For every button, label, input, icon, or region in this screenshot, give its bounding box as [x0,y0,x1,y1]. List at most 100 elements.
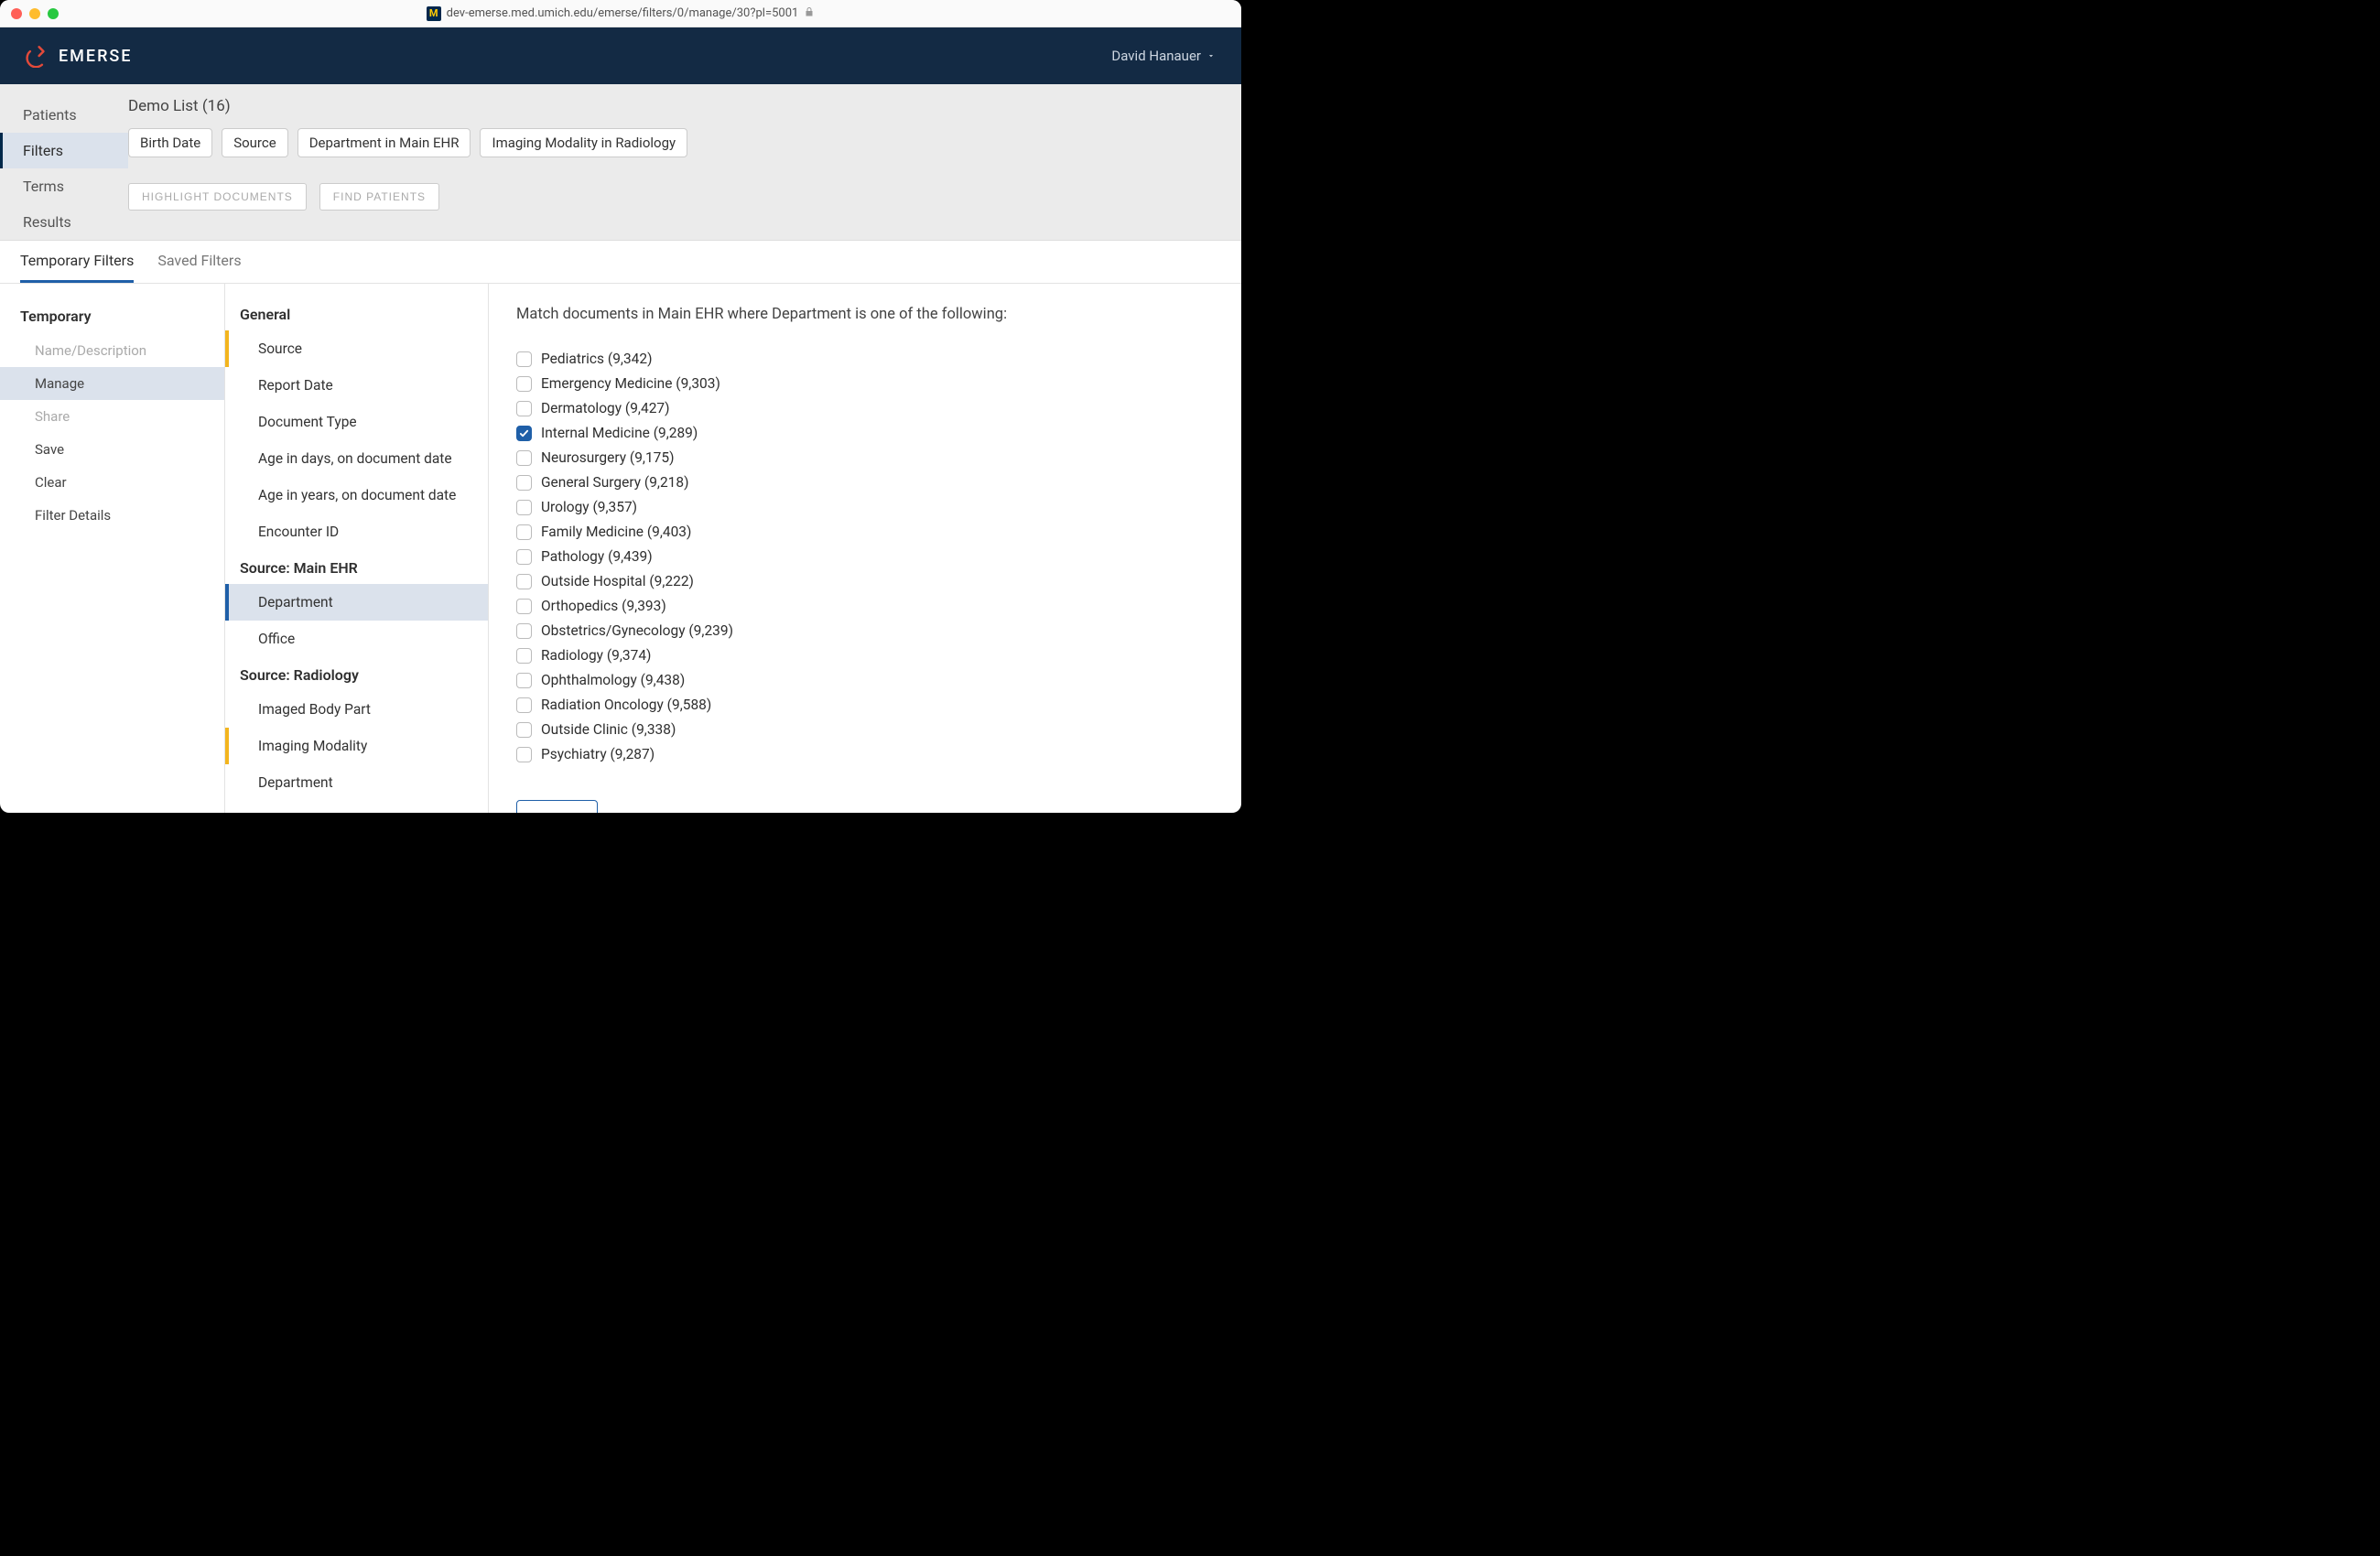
checkbox-row[interactable]: Pathology (9,439) [516,548,1214,565]
checkbox-label: Ophthalmology (9,438) [541,672,685,688]
primary-tabs: PatientsFiltersTermsResults [0,84,128,240]
primary-tab-filters[interactable]: Filters [0,133,128,168]
close-window-button[interactable] [11,8,22,19]
chevron-down-icon [1206,48,1216,64]
subtab-saved-filters[interactable]: Saved Filters [157,252,241,283]
checkbox[interactable] [516,376,532,392]
field-item[interactable]: Document Type [225,404,488,440]
checkbox-label: Urology (9,357) [541,499,637,515]
checkbox[interactable] [516,599,532,614]
checkbox-label: Emergency Medicine (9,303) [541,375,720,392]
checkbox-row[interactable]: Outside Clinic (9,338) [516,721,1214,738]
brand-logo-icon [26,44,49,68]
checkbox-label: Obstetrics/Gynecology (9,239) [541,622,733,639]
checkbox-row[interactable]: Radiology (9,374) [516,647,1214,664]
field-item[interactable]: Encounter ID [225,513,488,550]
filter-field-column: GeneralSourceReport DateDocument TypeAge… [225,284,489,813]
checkbox-label: Orthopedics (9,393) [541,598,666,614]
checkbox[interactable] [516,747,532,762]
primary-tab-patients[interactable]: Patients [0,97,128,133]
checkbox-row[interactable]: Outside Hospital (9,222) [516,573,1214,589]
primary-tab-terms[interactable]: Terms [0,168,128,204]
field-group-heading: Source: Radiology [225,657,488,691]
highlight-documents-button[interactable]: HIGHLIGHT DOCUMENTS [128,183,307,211]
checkbox-label: Outside Clinic (9,338) [541,721,676,738]
field-item[interactable]: Imaged Body Part [225,691,488,728]
checkbox[interactable] [516,524,532,540]
field-item[interactable]: Report Date [225,367,488,404]
filter-nav-heading: Temporary [0,300,224,334]
maximize-window-button[interactable] [48,8,59,19]
filter-values-column: Match documents in Main EHR where Depart… [489,284,1241,813]
checkbox-row[interactable]: Dermatology (9,427) [516,400,1214,416]
checkbox[interactable] [516,401,532,416]
primary-tab-results[interactable]: Results [0,204,128,240]
checkbox[interactable] [516,475,532,491]
checkbox-row[interactable]: Neurosurgery (9,175) [516,449,1214,466]
brand[interactable]: EMERSE [26,44,132,68]
checkbox-row[interactable]: Radiation Oncology (9,588) [516,697,1214,713]
checkbox[interactable] [516,648,532,664]
checkbox-row[interactable]: Emergency Medicine (9,303) [516,375,1214,392]
checkbox[interactable] [516,549,532,565]
checkbox-row[interactable]: Obstetrics/Gynecology (9,239) [516,622,1214,639]
clear-selection-button[interactable]: CLEAR [516,800,598,813]
checkbox-label: Pathology (9,439) [541,548,653,565]
checkbox-row[interactable]: Orthopedics (9,393) [516,598,1214,614]
filter-nav-item-save[interactable]: Save [0,433,224,466]
checkbox-row[interactable]: Pediatrics (9,342) [516,351,1214,367]
secondary-main: Demo List (16) Birth DateSourceDepartmen… [128,84,1241,240]
field-item[interactable]: Age in years, on document date [225,477,488,513]
find-patients-button[interactable]: FIND PATIENTS [319,183,439,211]
filter-nav-item-clear[interactable]: Clear [0,466,224,499]
field-group-heading: Source: Pathology [225,801,488,813]
field-item[interactable]: Office [225,621,488,657]
mac-titlebar: M dev-emerse.med.umich.edu/emerse/filter… [0,0,1241,27]
checkbox-label: Neurosurgery (9,175) [541,449,675,466]
filter-chip[interactable]: Birth Date [128,128,212,157]
main-panels: Temporary Name/DescriptionManageShareSav… [0,284,1241,813]
checkbox[interactable] [516,450,532,466]
checkbox[interactable] [516,351,532,367]
checkbox[interactable] [516,722,532,738]
checkbox-row[interactable]: Ophthalmology (9,438) [516,672,1214,688]
minimize-window-button[interactable] [29,8,40,19]
lock-icon [804,6,815,21]
field-group-heading: General [225,297,488,330]
field-item[interactable]: Imaging Modality [225,728,488,764]
top-navbar: EMERSE David Hanauer [0,27,1241,84]
field-item[interactable]: Department [225,764,488,801]
checkbox-label: General Surgery (9,218) [541,474,689,491]
filter-nav-item-name-description: Name/Description [0,334,224,367]
checkbox-row[interactable]: Internal Medicine (9,289) [516,425,1214,441]
filter-chip[interactable]: Department in Main EHR [298,128,471,157]
checkbox-label: Outside Hospital (9,222) [541,573,694,589]
field-item[interactable]: Source [225,330,488,367]
checkbox[interactable] [516,500,532,515]
active-filter-chips: Birth Date Source Department in Main EHR Im… [128,128,1241,157]
filter-chip[interactable]: Source [222,128,287,157]
checkbox[interactable] [516,697,532,713]
field-item[interactable]: Age in days, on document date [225,440,488,477]
checkbox-row[interactable]: Family Medicine (9,403) [516,524,1214,540]
checkbox[interactable] [516,574,532,589]
checkbox[interactable] [516,426,532,441]
checkbox-list: Pediatrics (9,342) Emergency Medicine (9,… [516,351,1214,762]
user-menu[interactable]: David Hanauer [1111,48,1216,64]
checkbox-row[interactable]: General Surgery (9,218) [516,474,1214,491]
page-url: dev-emerse.med.umich.edu/emerse/filters/… [447,6,799,20]
filter-instruction: Match documents in Main EHR where Depart… [516,306,1214,323]
checkbox-row[interactable]: Urology (9,357) [516,499,1214,515]
field-group-heading: Source: Main EHR [225,550,488,584]
filter-chip[interactable]: Imaging Modality in Radiology [480,128,687,157]
field-item[interactable]: Department [225,584,488,621]
subtab-temporary-filters[interactable]: Temporary Filters [20,252,134,283]
brand-name: EMERSE [59,47,132,66]
checkbox-label: Family Medicine (9,403) [541,524,691,540]
checkbox-row[interactable]: Psychiatry (9,287) [516,746,1214,762]
checkbox[interactable] [516,623,532,639]
filter-nav-item-filter-details[interactable]: Filter Details [0,499,224,532]
checkbox[interactable] [516,673,532,688]
filter-nav-item-manage[interactable]: Manage [0,367,224,400]
secondary-bar: PatientsFiltersTermsResults Demo List (1… [0,84,1241,241]
